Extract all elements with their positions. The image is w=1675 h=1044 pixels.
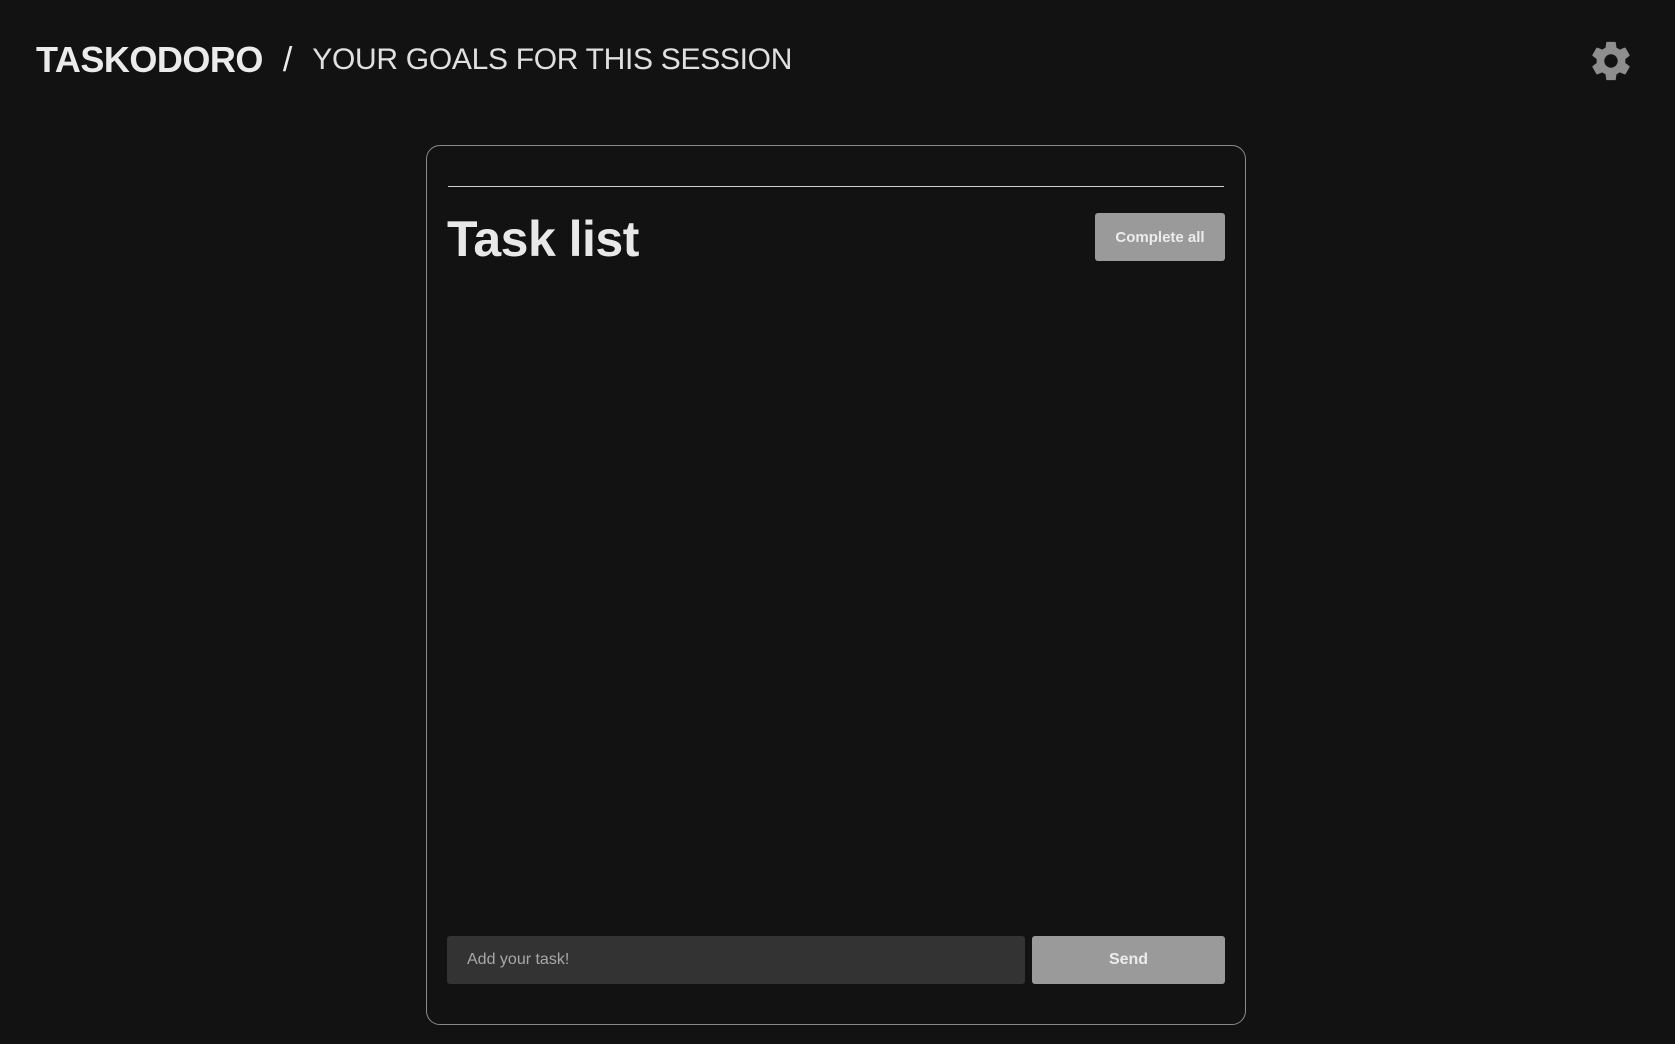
app-brand: TASKODORO	[36, 39, 263, 80]
complete-all-button[interactable]: Complete all	[1095, 213, 1225, 261]
task-card: Task list Complete all Send	[426, 145, 1246, 1025]
settings-button[interactable]	[1588, 38, 1634, 84]
task-list	[447, 276, 1225, 914]
card-divider	[448, 186, 1224, 187]
send-button[interactable]: Send	[1032, 936, 1225, 984]
page-title: YOUR GOALS FOR THIS SESSION	[312, 43, 793, 76]
task-input[interactable]	[447, 936, 1025, 984]
app-header: TASKODORO / YOUR GOALS FOR THIS SESSION	[36, 36, 792, 84]
task-list-title: Task list	[447, 211, 639, 267]
breadcrumb-separator: /	[282, 40, 293, 79]
gear-icon	[1592, 41, 1630, 81]
